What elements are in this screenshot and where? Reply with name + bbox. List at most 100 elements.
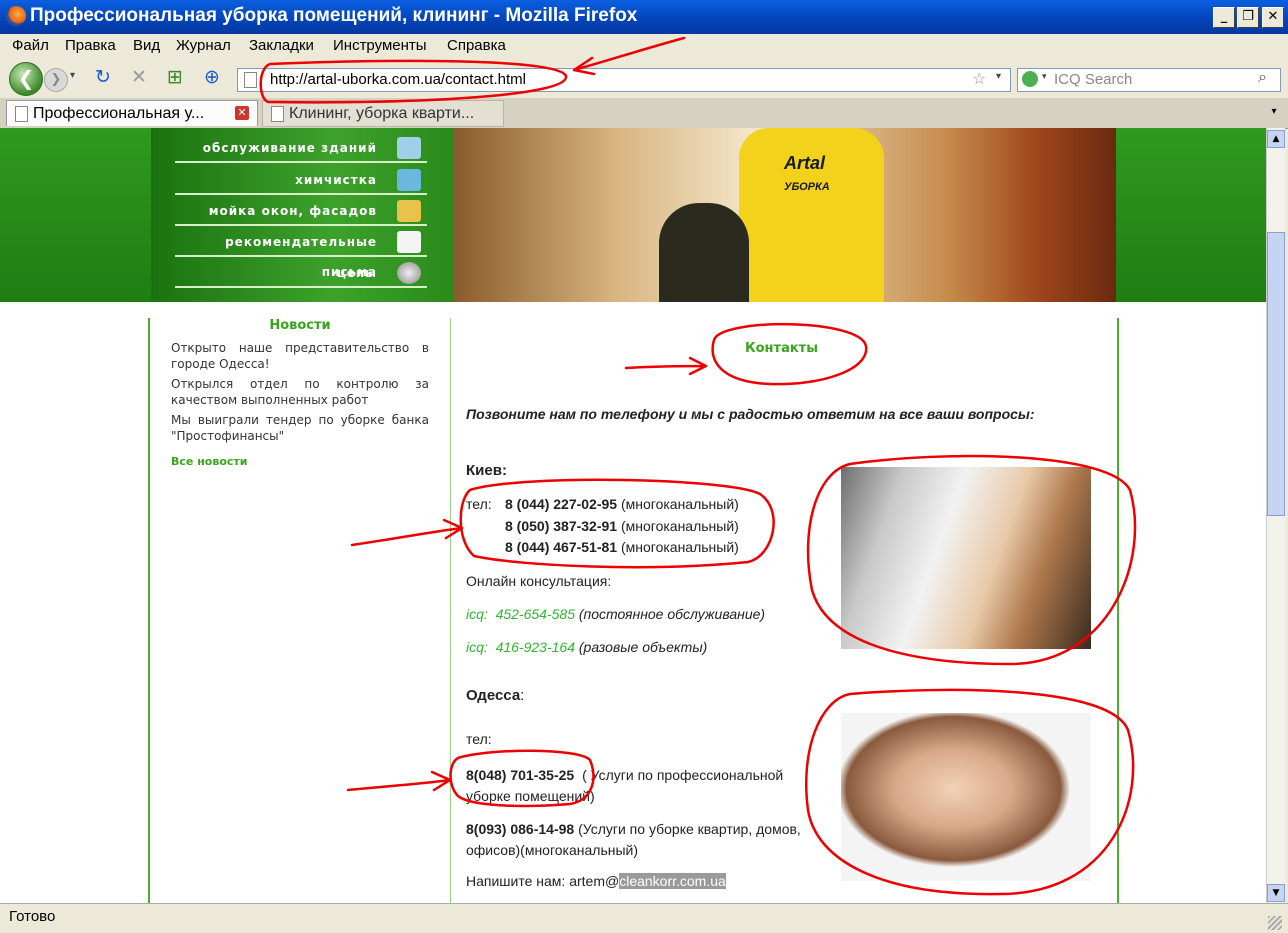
nav-prices[interactable]: цены: [175, 258, 427, 288]
nav-dry-cleaning[interactable]: химчистка: [175, 165, 427, 195]
news-column: Новости Открыто наше представительство в…: [148, 318, 451, 903]
forward-button[interactable]: ❯: [44, 68, 68, 92]
maximize-button[interactable]: ❐: [1237, 7, 1259, 28]
operators-photo: [841, 467, 1091, 649]
phone-note: ( Услуги по профессиональной: [582, 767, 784, 783]
search-engine-dropdown-icon[interactable]: ▾: [1042, 71, 1047, 82]
menu-tools[interactable]: Инструменты: [333, 37, 427, 54]
site-header: обслуживание зданий химчистка мойка окон…: [0, 128, 1266, 302]
tab-close-icon[interactable]: ✕: [235, 106, 249, 120]
address-bar[interactable]: http://artal-uborka.com.ua/contact.html …: [237, 68, 1011, 92]
news-item[interactable]: Открыто наше представительство в городе …: [171, 340, 429, 372]
close-button[interactable]: ✕: [1262, 7, 1284, 28]
news-title: Новости: [269, 318, 331, 333]
icq-line-2: icq: 416-923-164 (разовые объекты): [466, 639, 707, 655]
building-icon: [397, 137, 421, 159]
menu-file[interactable]: Файл: [12, 37, 49, 54]
header-photo: Artal УБОРКА: [454, 128, 1116, 302]
menu-help[interactable]: Справка: [447, 37, 506, 54]
nav-recommendations[interactable]: рекомендательные письма: [175, 227, 427, 279]
resize-grip[interactable]: [1268, 916, 1282, 930]
bookmark-star-icon[interactable]: ☆: [972, 69, 986, 89]
nav-label: цены: [336, 266, 377, 280]
menu-bookmarks[interactable]: Закладки: [249, 37, 314, 54]
odessa-heading: Одесса:: [466, 687, 525, 704]
menu-history[interactable]: Журнал: [176, 37, 231, 54]
firefox-icon: [6, 6, 26, 26]
reload-icon[interactable]: ↻: [91, 65, 115, 89]
news-item[interactable]: Открылся отдел по контролю за качеством …: [171, 376, 429, 408]
window-title: Профессиональная уборка помещений, клини…: [30, 5, 638, 26]
history-dropdown-icon[interactable]: ▾: [70, 70, 75, 81]
status-bar: Готово: [0, 903, 1288, 933]
search-icon[interactable]: ⌕: [1258, 69, 1267, 87]
brand-sub: УБОРКА: [784, 181, 830, 193]
news-item[interactable]: Мы выиграли тендер по уборке банка "Прос…: [171, 412, 429, 444]
status-text: Готово: [9, 908, 56, 925]
site-nav: обслуживание зданий химчистка мойка окон…: [151, 128, 454, 302]
stop-icon[interactable]: ✕: [127, 65, 151, 89]
url-dropdown-icon[interactable]: ▾: [996, 71, 1001, 82]
phone-number: 8 (050) 387-32-91: [505, 518, 618, 534]
phone-number: 8(048) 701-35-25: [466, 767, 575, 783]
write-label: Напишите нам: artem@: [466, 873, 620, 889]
menu-edit[interactable]: Правка: [65, 37, 116, 54]
tab-inactive[interactable]: Клининг, уборка кварти...: [262, 100, 504, 127]
people-icon: [397, 200, 421, 222]
back-button[interactable]: ❮: [9, 62, 43, 96]
minimize-button[interactable]: _: [1213, 7, 1235, 28]
tab-label: Профессиональная у...: [33, 105, 205, 122]
icq-label: icq:: [466, 639, 488, 655]
page-viewport: обслуживание зданий химчистка мойка окон…: [0, 128, 1266, 903]
coin-icon: [397, 262, 421, 284]
search-bar[interactable]: ▾ ICQ Search ⌕: [1017, 68, 1281, 92]
page-icon: [271, 105, 284, 122]
icq-note: (постоянное обслуживание): [578, 606, 766, 622]
page-icon: [15, 105, 28, 122]
tab-bar: Профессиональная у... ✕ Клининг, уборка …: [0, 98, 1288, 129]
content-border: [1117, 318, 1119, 903]
phone-number: 8(093) 086-14-98: [466, 821, 575, 837]
write-us: Напишите нам: artem@cleankorr.com.ua: [466, 873, 726, 889]
tab-label: Клининг, уборка кварти...: [289, 105, 475, 122]
icq-flower-icon[interactable]: [1022, 71, 1038, 87]
phone-note: (многоканальный): [620, 539, 739, 555]
menu-view[interactable]: Вид: [133, 37, 160, 54]
scroll-thumb[interactable]: [1267, 232, 1285, 516]
phone-note: (Услуги по уборке квартир, домов,: [578, 821, 801, 837]
search-placeholder: ICQ Search: [1054, 71, 1133, 88]
icq-number[interactable]: 416-923-164: [496, 639, 575, 655]
kiev-phone-2: 8 (050) 387-32-91 (многоканальный): [505, 518, 739, 534]
nav-label: обслуживание зданий: [202, 141, 377, 155]
phone-number: 8 (044) 227-02-95: [505, 496, 618, 512]
online-consult-label: Онлайн консультация:: [466, 573, 612, 589]
brand-logo: Artal УБОРКА: [784, 153, 830, 195]
nav-window-washing[interactable]: мойка окон, фасадов: [175, 196, 427, 226]
nav-label: химчистка: [295, 173, 377, 187]
email-link[interactable]: cleankorr.com.ua: [619, 873, 726, 889]
kiev-tel-label: тел:: [466, 496, 492, 512]
kiev-heading: Киев:: [466, 462, 507, 479]
icq-number[interactable]: 452-654-585: [496, 606, 575, 622]
new-tab-icon[interactable]: ⊞: [163, 65, 187, 89]
odessa-tel-label: тел:: [466, 731, 492, 747]
icq-label: icq:: [466, 606, 488, 622]
kiev-phone-3: 8 (044) 467-51-81 (многоканальный): [505, 539, 739, 555]
nav-building-service[interactable]: обслуживание зданий: [175, 133, 427, 163]
odessa-phone-2: 8(093) 086-14-98 (Услуги по уборке кварт…: [466, 819, 828, 861]
operator-woman-photo: [841, 713, 1091, 881]
brand-text: Artal: [784, 153, 826, 173]
window-titlebar[interactable]: Профессиональная уборка помещений, клини…: [0, 0, 1288, 34]
all-news-link[interactable]: Все новости: [171, 455, 247, 468]
contacts-intro: Позвоните нам по телефону и мы с радость…: [466, 406, 1035, 422]
shirt-icon: [397, 169, 421, 191]
new-window-icon[interactable]: ⊕: [200, 65, 224, 89]
tab-active[interactable]: Профессиональная у... ✕: [6, 100, 258, 126]
url-text: http://artal-uborka.com.ua/contact.html: [270, 71, 526, 88]
scroll-up-icon[interactable]: ▲: [1267, 130, 1285, 148]
vacuum-cleaner: [659, 203, 749, 302]
contacts-title: Контакты: [745, 341, 818, 356]
tab-list-icon[interactable]: ▾: [1266, 102, 1282, 122]
scroll-down-icon[interactable]: ▼: [1267, 884, 1285, 902]
phone-note: (многоканальный): [620, 518, 739, 534]
